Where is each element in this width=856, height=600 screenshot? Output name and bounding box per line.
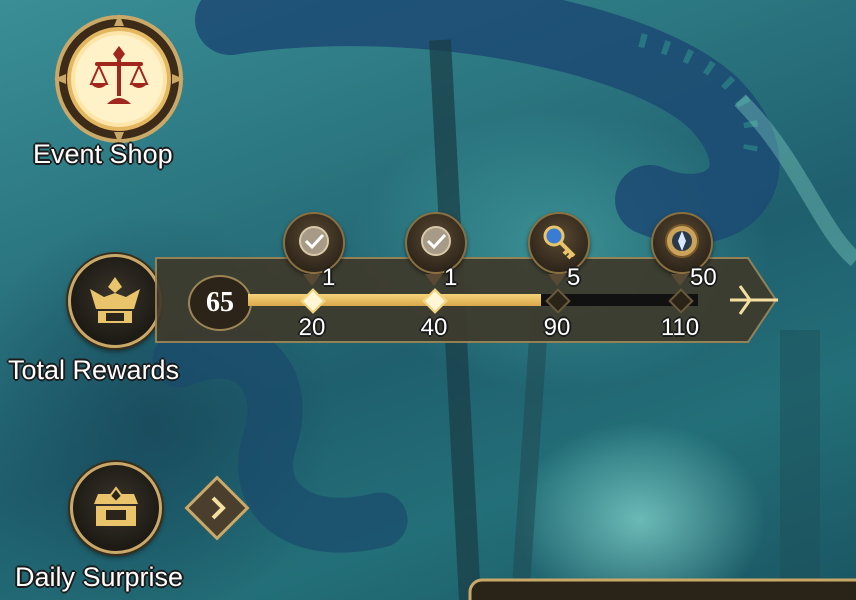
- current-points-value: 65: [206, 287, 234, 318]
- daily-surprise-label: Daily Surprise: [15, 562, 184, 592]
- daily-surprise-button[interactable]: [70, 462, 162, 554]
- chevron-right-icon: [211, 496, 226, 520]
- marker-pointer: [303, 274, 321, 286]
- event-shop-emblem: [52, 12, 186, 146]
- milestone-threshold: 40: [420, 314, 448, 341]
- milestone-reward-count: 1: [322, 264, 336, 291]
- milestone-threshold: 20: [298, 314, 326, 341]
- key-icon: [540, 222, 578, 265]
- clock-check-icon: [418, 223, 454, 264]
- milestone-threshold: 110: [660, 314, 700, 341]
- reward-item-frame: [405, 212, 467, 274]
- clock-check-icon: [296, 223, 332, 264]
- milestone-reward-count: 50: [690, 264, 717, 291]
- total-rewards-label: Total Rewards: [8, 355, 180, 385]
- trophy-crown-icon: [90, 277, 140, 323]
- gift-chest-icon: [94, 486, 138, 526]
- milestone-reward-3[interactable]: [528, 212, 590, 286]
- milestone-reward-count: 5: [567, 264, 581, 291]
- total-rewards-button[interactable]: [68, 254, 162, 348]
- milestone-reward-1[interactable]: [283, 212, 345, 286]
- event-shop-button[interactable]: [52, 12, 186, 146]
- rewards-progress-fill: [248, 294, 541, 306]
- milestone-threshold: 90: [543, 314, 571, 341]
- event-shop-label: Event Shop: [33, 139, 173, 169]
- marker-pointer: [425, 274, 443, 286]
- milestone-reward-2[interactable]: [405, 212, 467, 286]
- scales-icon: [89, 46, 149, 104]
- milestone-reward-count: 1: [444, 264, 458, 291]
- marker-pointer: [548, 274, 566, 286]
- reward-item-frame: [528, 212, 590, 274]
- marker-pointer: [671, 274, 689, 286]
- emblem-icon: [662, 221, 702, 266]
- current-points-badge: 65: [188, 275, 252, 331]
- reward-item-frame: [283, 212, 345, 274]
